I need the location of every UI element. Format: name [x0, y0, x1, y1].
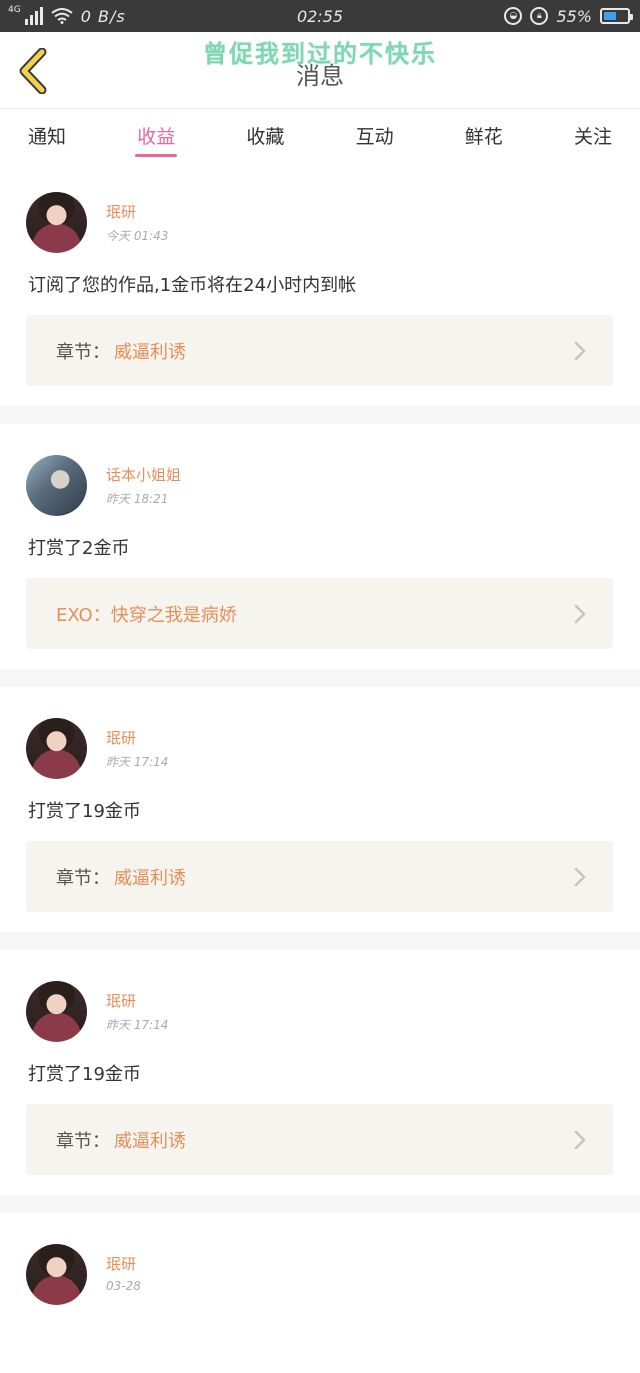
- work-link[interactable]: EXO：快穿之我是病娇: [26, 578, 613, 649]
- battery-icon: [600, 8, 633, 24]
- message-text: 订阅了您的作品,1金币将在24小时内到帐: [28, 275, 357, 296]
- avatar[interactable]: [26, 192, 87, 253]
- chapter-link-content: 章节： 威逼利诱: [56, 315, 186, 386]
- username[interactable]: 珉研: [106, 1253, 136, 1274]
- chevron-right-icon: [574, 341, 586, 361]
- tab-interactions[interactable]: 互动: [354, 109, 396, 161]
- chapter-title: 威逼利诱: [114, 1130, 186, 1152]
- status-right: ◒ 🔒︎ 55%: [504, 0, 633, 32]
- timestamp: 今天 01:43: [106, 229, 169, 243]
- divider: [0, 406, 640, 424]
- chevron-right-icon: [574, 604, 586, 624]
- chapter-label: 章节：: [56, 341, 110, 363]
- timestamp: 昨天 18:21: [106, 492, 169, 506]
- chevron-right-icon: [574, 1130, 586, 1150]
- avatar[interactable]: [26, 718, 87, 779]
- chapter-label: 章节：: [56, 867, 110, 889]
- chapter-link-content: 章节： 威逼利诱: [56, 1104, 186, 1175]
- chevron-right-icon: [574, 867, 586, 887]
- tab-bar: 通知 收益 收藏 互动 鲜花 关注: [0, 109, 640, 161]
- message-text: 打赏了19金币: [28, 1064, 141, 1085]
- divider: [0, 932, 640, 950]
- message-text: 打赏了19金币: [28, 801, 141, 822]
- message-card: 珉研 今天 01:43 订阅了您的作品,1金币将在24小时内到帐 章节： 威逼利…: [0, 161, 640, 406]
- avatar[interactable]: [26, 1244, 87, 1305]
- timestamp: 03-28: [106, 1279, 141, 1293]
- chapter-title: 威逼利诱: [114, 867, 186, 889]
- tab-earnings[interactable]: 收益: [135, 109, 178, 161]
- divider: [0, 669, 640, 687]
- chapter-title: 威逼利诱: [114, 341, 186, 363]
- chapter-label: 章节：: [56, 1130, 110, 1152]
- avatar[interactable]: [26, 455, 87, 516]
- message-card: 话本小姐姐 昨天 18:21 打赏了2金币 EXO：快穿之我是病娇: [0, 424, 640, 669]
- message-list: 珉研 今天 01:43 订阅了您的作品,1金币将在24小时内到帐 章节： 威逼利…: [0, 161, 640, 1373]
- message-text: 打赏了2金币: [28, 538, 130, 559]
- tab-flowers[interactable]: 鲜花: [463, 109, 505, 161]
- chapter-link-content: 章节： 威逼利诱: [56, 841, 186, 912]
- message-card: 珉研 03-28: [0, 1213, 640, 1373]
- status-bar: 4G 0 B/s 02:55 ◒ 🔒︎ 55%: [0, 0, 640, 32]
- header: 消息 曾促我到过的不快乐: [0, 32, 640, 109]
- battery-percent: 55%: [556, 6, 592, 26]
- message-card: 珉研 昨天 17:14 打赏了19金币 章节： 威逼利诱: [0, 950, 640, 1195]
- work-title: EXO：快穿之我是病娇: [56, 604, 237, 626]
- work-link-content: EXO：快穿之我是病娇: [56, 578, 237, 649]
- username[interactable]: 珉研: [106, 727, 136, 748]
- timestamp: 昨天 17:14: [106, 1018, 169, 1032]
- chapter-link[interactable]: 章节： 威逼利诱: [26, 841, 613, 912]
- username[interactable]: 珉研: [106, 201, 136, 222]
- avatar[interactable]: [26, 981, 87, 1042]
- username[interactable]: 话本小姐姐: [106, 464, 181, 485]
- chapter-link[interactable]: 章节： 威逼利诱: [26, 1104, 613, 1175]
- divider: [0, 1195, 640, 1213]
- chapter-link[interactable]: 章节： 威逼利诱: [26, 315, 613, 386]
- username[interactable]: 珉研: [106, 990, 136, 1011]
- battery-level: [604, 12, 617, 20]
- data-saver-icon: ◒: [504, 7, 523, 25]
- rotation-lock-icon: 🔒︎: [530, 7, 549, 25]
- tab-following[interactable]: 关注: [572, 109, 614, 161]
- message-card: 珉研 昨天 17:14 打赏了19金币 章节： 威逼利诱: [0, 687, 640, 932]
- watermark-text: 曾促我到过的不快乐: [203, 40, 437, 68]
- timestamp: 昨天 17:14: [106, 755, 169, 769]
- tab-notifications[interactable]: 通知: [26, 109, 68, 161]
- tab-favorites[interactable]: 收藏: [244, 109, 286, 161]
